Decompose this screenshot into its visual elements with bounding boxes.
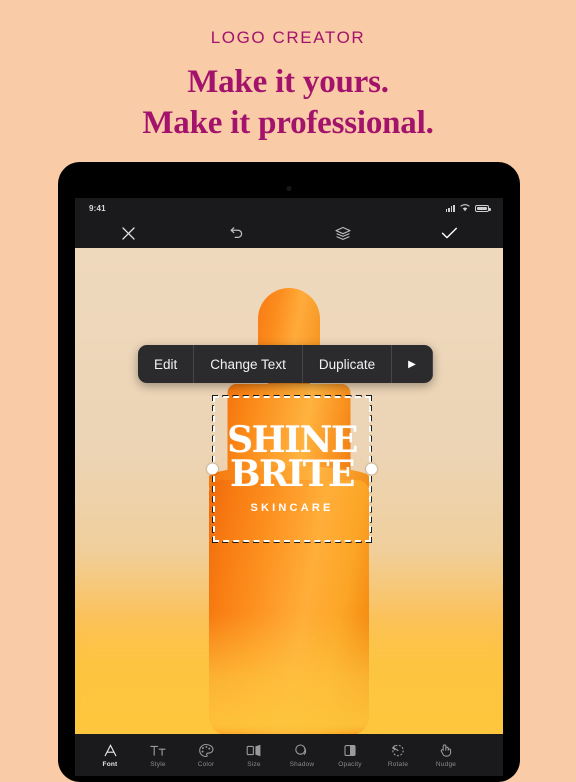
resize-handle-right[interactable] [366,463,377,475]
logo-subtitle: SKINCARE [250,502,334,515]
tool-size[interactable]: Size [231,743,277,768]
logo-text-object[interactable]: SHINE BRITE SKINCARE [213,396,371,542]
menu-item-edit[interactable]: Edit [138,345,195,383]
tool-nudge[interactable]: Nudge [423,743,469,768]
color-palette-icon [199,743,214,757]
tool-shadow[interactable]: Shadow [279,743,325,768]
close-button[interactable] [75,218,182,248]
tool-size-label: Size [247,760,261,768]
context-menu[interactable]: Edit Change Text Duplicate ▶ [138,345,433,383]
opacity-icon [344,744,356,756]
editor-top-bar [75,218,503,248]
tool-opacity-label: Opacity [338,760,362,768]
front-camera-icon [286,186,292,191]
layers-icon [334,226,351,240]
close-icon [122,226,135,240]
undo-button[interactable] [182,218,289,248]
resize-handle-left[interactable] [207,463,218,475]
layers-button[interactable] [289,218,396,248]
promo-headline: Make it yours. Make it professional. [0,62,576,143]
status-bar-icons [445,204,491,212]
menu-item-change-text[interactable]: Change Text [194,345,303,383]
canvas-bottom-glow [75,614,503,734]
chevron-right-icon: ▶ [408,358,416,370]
menu-more-button[interactable]: ▶ [392,345,433,383]
promo-headline-line-2: Make it professional. [142,104,434,141]
tool-color-label: Color [197,760,215,768]
tool-opacity[interactable]: Opacity [327,743,373,768]
status-bar-time: 9:41 [89,203,106,213]
promo-header: LOGO CREATOR Make it yours. Make it prof… [0,0,576,143]
tool-rotate-label: Rotate [387,760,409,768]
cellular-signal-icon [445,204,455,212]
tool-color[interactable]: Color [183,743,229,768]
promo-headline-line-1: Make it yours. [187,64,389,100]
device-screen: 9:41 SHINE BRITE SKINCARE Edit Change Te… [75,198,503,776]
logo-selection-box[interactable]: SHINE BRITE SKINCARE [207,395,377,543]
tablet-device: 9:41 SHINE BRITE SKINCARE Edit Change Te… [58,162,520,782]
tool-nudge-label: Nudge [435,760,457,768]
confirm-button[interactable] [396,218,503,248]
menu-item-duplicate[interactable]: Duplicate [303,345,393,383]
logo-line-2: BRITE [230,452,355,495]
photo-canvas[interactable]: SHINE BRITE SKINCARE Edit Change Text Du… [75,248,503,734]
promo-eyebrow: LOGO CREATOR [210,28,366,47]
wifi-icon [460,204,470,212]
battery-icon [475,204,491,212]
tool-style[interactable]: Style [135,743,181,768]
status-bar: 9:41 [75,198,503,218]
text-tool-strip[interactable]: Font Style Color Size Shadow Opacity Rot… [75,734,503,776]
font-icon [104,743,116,756]
undo-icon [230,226,243,238]
tool-shadow-label: Shadow [289,760,315,768]
checkmark-icon [441,227,457,239]
tool-style-label: Style [150,760,166,768]
context-menu-pointer [278,382,293,383]
size-icon [246,744,261,756]
tool-font-label: Font [102,760,118,768]
shadow-icon [295,743,307,756]
nudge-icon [440,743,452,757]
rotate-icon [392,744,404,756]
text-style-icon [150,745,166,756]
tool-font[interactable]: Font [87,743,133,768]
tool-rotate[interactable]: Rotate [375,743,421,768]
